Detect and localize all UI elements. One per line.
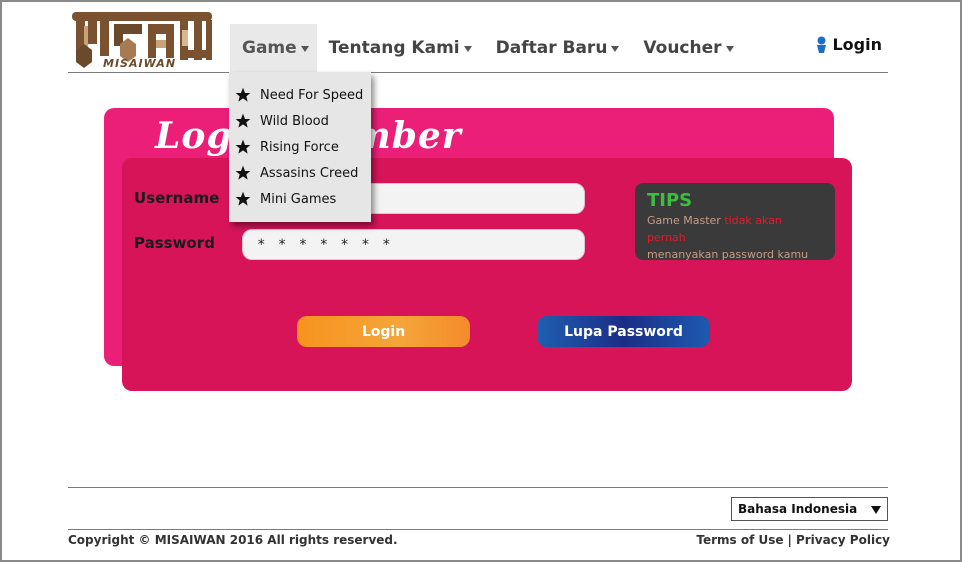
footer-links: Terms of Use | Privacy Policy (696, 533, 890, 547)
dropdown-item-need-for-speed[interactable]: Need For Speed (229, 82, 371, 108)
tips-text-part1: Game Master (647, 214, 725, 227)
game-dropdown-menu: Need For Speed Wild Blood Rising Force A… (229, 72, 371, 222)
nav-daftar-baru-label: Daftar Baru (495, 38, 608, 58)
star-icon (235, 87, 251, 102)
nav-tentang-kami[interactable]: Tentang Kami (317, 24, 484, 72)
tips-text-part3: menanyakan password kamu (647, 248, 809, 261)
nav-game[interactable]: Game (230, 24, 317, 72)
tips-text: Game Master tidak akan pernah menanyakan… (647, 212, 823, 263)
terms-of-use-link[interactable]: Terms of Use (696, 533, 783, 547)
username-label: Username (134, 189, 220, 207)
dropdown-item-label: Need For Speed (260, 87, 364, 103)
header-login-link[interactable]: Login (815, 35, 882, 54)
dropdown-item-label: Wild Blood (260, 113, 329, 129)
dropdown-item-mini-games[interactable]: Mini Games (229, 186, 371, 212)
chevron-down-icon (300, 46, 309, 52)
dropdown-item-label: Rising Force (260, 139, 339, 155)
forgot-password-button[interactable]: Lupa Password (537, 316, 710, 347)
dropdown-item-label: Mini Games (260, 191, 337, 207)
tips-box: TIPS Game Master tidak akan pernah menan… (635, 183, 835, 263)
nav-tentang-kami-label: Tentang Kami (328, 38, 460, 58)
footer-divider-bottom (68, 529, 888, 530)
chevron-down-icon (611, 46, 620, 52)
footer-divider-top (68, 487, 888, 488)
star-icon (235, 139, 251, 154)
copyright-text: Copyright © MISAIWAN 2016 All rights res… (68, 533, 398, 547)
main-nav: Game Tentang Kami Daftar Baru Voucher (230, 24, 746, 72)
user-icon (817, 36, 827, 53)
tips-title: TIPS (647, 190, 693, 211)
star-icon (235, 113, 251, 128)
star-icon (235, 191, 251, 206)
dropdown-item-assasins-creed[interactable]: Assasins Creed (229, 160, 371, 186)
chevron-down-icon (463, 46, 472, 52)
header-divider (68, 72, 888, 73)
nav-daftar-baru[interactable]: Daftar Baru (484, 24, 632, 72)
nav-game-label: Game (242, 38, 297, 58)
language-select[interactable]: Bahasa Indonesia (731, 497, 888, 521)
password-label: Password (134, 234, 215, 252)
login-button[interactable]: Login (297, 316, 470, 347)
privacy-policy-link[interactable]: Privacy Policy (796, 533, 890, 547)
dropdown-item-wild-blood[interactable]: Wild Blood (229, 108, 371, 134)
dropdown-item-label: Assasins Creed (260, 165, 359, 181)
header-login-label: Login (832, 35, 882, 54)
chevron-down-icon (725, 46, 734, 52)
dropdown-item-rising-force[interactable]: Rising Force (229, 134, 371, 160)
dropdown-arrow-icon (871, 506, 881, 514)
nav-voucher-label: Voucher (643, 38, 722, 58)
star-icon (235, 165, 251, 180)
nav-voucher[interactable]: Voucher (631, 24, 745, 72)
logo-text: MISAIWAN (103, 57, 177, 70)
footer-link-separator: | (787, 533, 792, 547)
password-input[interactable]: * * * * * * * (242, 229, 585, 260)
language-select-value: Bahasa Indonesia (738, 502, 858, 516)
